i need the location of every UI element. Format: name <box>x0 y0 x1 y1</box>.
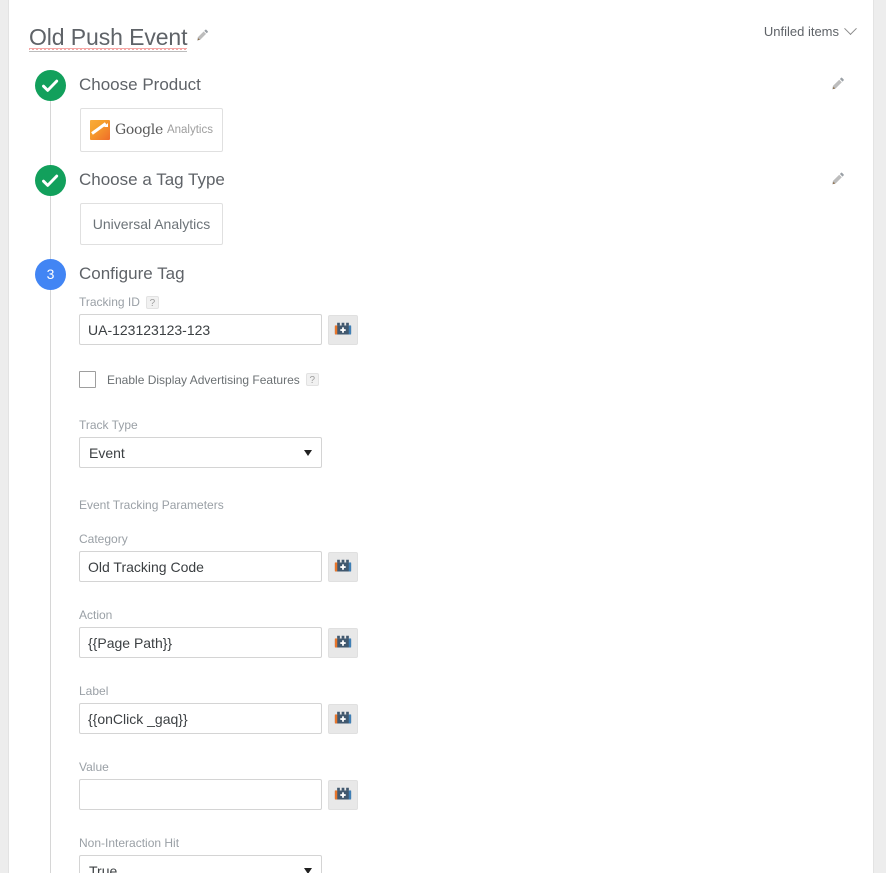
display-advertising-label-wrap: Enable Display Advertising Features ? <box>107 373 319 387</box>
variable-picker-icon[interactable] <box>328 314 358 345</box>
chevron-down-icon <box>844 22 857 36</box>
action-label-row: Action <box>79 608 499 622</box>
event-parameters-heading: Event Tracking Parameters <box>79 498 224 512</box>
caret-down-icon <box>304 867 312 873</box>
category-row <box>79 551 499 582</box>
edit-step-choose-product[interactable] <box>830 76 846 97</box>
category-input[interactable] <box>79 551 322 582</box>
edit-step-choose-tag-type[interactable] <box>830 171 846 192</box>
selected-tag-type-card[interactable]: Universal Analytics <box>80 203 223 245</box>
display-advertising-row: Enable Display Advertising Features ? <box>79 371 499 388</box>
ga-brand-text: Google <box>115 122 163 138</box>
tag-editor-card: Old Push Event Unfiled items Choose Prod… <box>8 0 874 873</box>
ga-product-text: Analytics <box>166 124 213 136</box>
step-marker-configure-tag[interactable]: 3 <box>35 259 66 290</box>
step-marker-choose-tag-type[interactable] <box>35 165 66 196</box>
tracking-id-label: Tracking ID <box>79 295 140 309</box>
track-type-select[interactable]: Event <box>79 437 322 468</box>
check-icon <box>42 79 59 92</box>
action-input[interactable] <box>79 627 322 658</box>
selected-product-card[interactable]: Google Analytics <box>80 108 223 152</box>
stepper-connector <box>50 287 51 873</box>
pencil-icon[interactable] <box>195 28 210 48</box>
category-label-row: Category <box>79 532 499 546</box>
stepper-connector <box>50 97 51 169</box>
action-label: Action <box>79 608 113 622</box>
display-advertising-label: Enable Display Advertising Features <box>107 372 300 387</box>
tracking-id-input[interactable] <box>79 314 322 345</box>
google-analytics-icon <box>90 120 110 140</box>
stepper-connector <box>50 192 51 264</box>
caret-down-icon <box>304 449 312 456</box>
track-type-value: Event <box>89 444 125 461</box>
label-input[interactable] <box>79 703 322 734</box>
non-interaction-label: Non-Interaction Hit <box>79 836 180 850</box>
workspace-label: Unfiled items <box>763 24 839 39</box>
tracking-id-row <box>79 314 499 345</box>
help-icon[interactable]: ? <box>305 373 319 386</box>
non-interaction-select[interactable]: True <box>79 855 322 873</box>
display-advertising-checkbox[interactable] <box>79 371 96 388</box>
non-interaction-value: True <box>89 862 118 873</box>
page-root: Old Push Event Unfiled items Choose Prod… <box>0 0 886 873</box>
track-type-label: Track Type <box>79 418 138 432</box>
step-title-choose-product: Choose Product <box>79 75 201 94</box>
step-title-configure-tag: Configure Tag <box>79 264 185 283</box>
variable-picker-icon[interactable] <box>328 703 358 734</box>
help-icon[interactable]: ? <box>145 295 159 309</box>
variable-picker-icon[interactable] <box>328 779 358 810</box>
value-input[interactable] <box>79 779 322 810</box>
configure-tag-form: Tracking ID ? UA-123123123-123 Enable Di… <box>79 295 499 873</box>
label-field-label: Label <box>79 684 109 698</box>
label-field-label-row: Label <box>79 684 499 698</box>
page-title: Old Push Event <box>29 24 188 52</box>
track-type-label-row: Track Type <box>79 418 499 432</box>
action-row <box>79 627 499 658</box>
step-number: 3 <box>46 266 55 282</box>
step-marker-choose-product[interactable] <box>35 70 66 101</box>
value-field-row <box>79 779 499 810</box>
editor-header: Old Push Event Unfiled items <box>9 0 875 62</box>
tracking-id-label-row: Tracking ID ? <box>79 295 499 309</box>
google-analytics-logo: Google Analytics <box>90 120 213 140</box>
tag-type-label: Universal Analytics <box>92 216 211 232</box>
title-area: Old Push Event <box>29 24 210 52</box>
workspace-selector[interactable]: Unfiled items <box>763 22 857 39</box>
value-field-label: Value <box>79 760 109 774</box>
variable-picker-icon[interactable] <box>328 627 358 658</box>
value-field-label-row: Value <box>79 760 499 774</box>
non-interaction-label-row: Non-Interaction Hit <box>79 836 499 850</box>
check-icon <box>42 174 59 187</box>
label-field-row <box>79 703 499 734</box>
category-label: Category <box>79 532 128 546</box>
variable-picker-icon[interactable] <box>328 551 358 582</box>
step-title-choose-tag-type: Choose a Tag Type <box>79 170 225 189</box>
